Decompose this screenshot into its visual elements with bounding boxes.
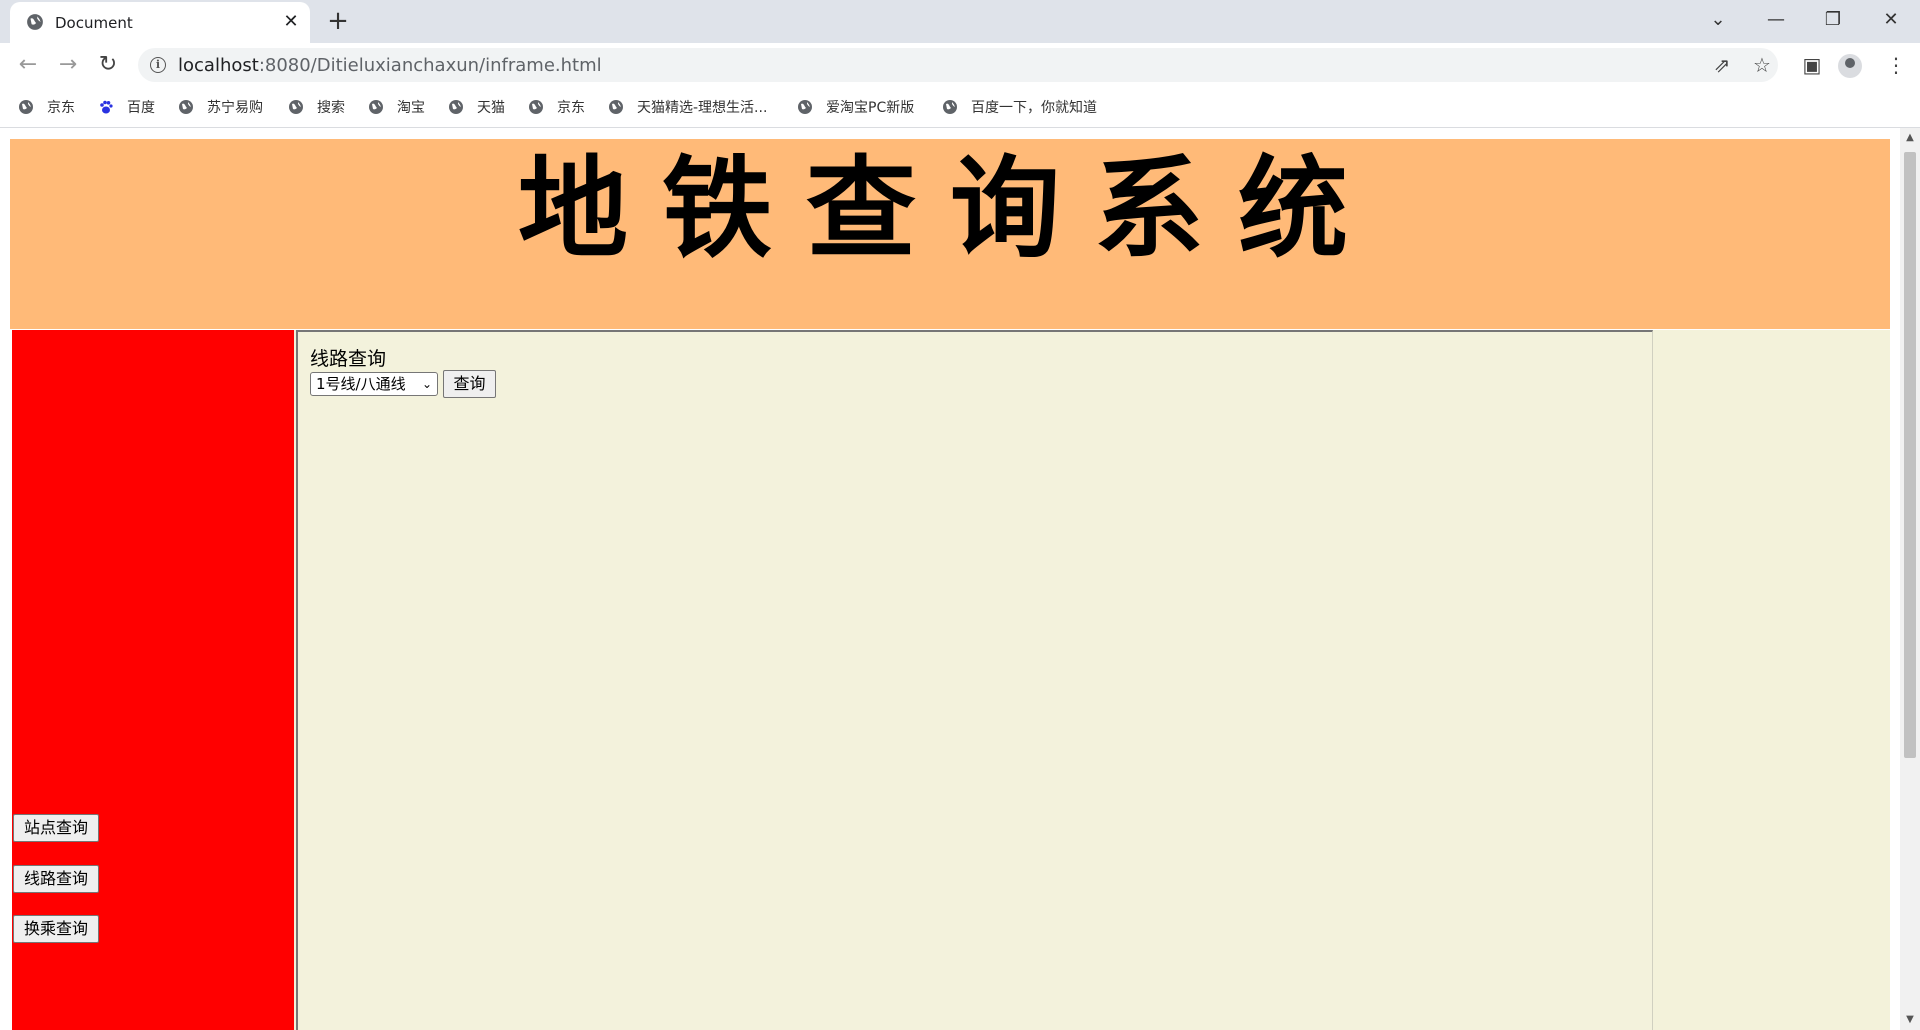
page-title: 地铁查询系统 — [518, 144, 1382, 273]
bookmark-label: 搜索 — [317, 100, 345, 116]
close-tab-icon[interactable]: ✕ — [280, 11, 302, 33]
bookmark-label: 百度一下，你就知道 — [971, 100, 1097, 116]
globe-icon — [529, 100, 543, 114]
line-query-button[interactable]: 线路查询 — [13, 865, 99, 893]
restore-button[interactable]: ❐ — [1817, 6, 1849, 34]
tab-title: Document — [55, 14, 133, 32]
reload-button[interactable]: ↻ — [94, 51, 122, 79]
scroll-up-icon[interactable]: ▲ — [1904, 132, 1916, 144]
baidu-paw-icon — [100, 100, 113, 114]
bookmark-label: 淘宝 — [397, 100, 425, 116]
station-query-button[interactable]: 站点查询 — [13, 814, 99, 842]
sidebar-nav: 站点查询 线路查询 换乘查询 — [12, 330, 294, 1030]
minimize-button[interactable]: — — [1760, 6, 1792, 34]
scroll-down-icon[interactable]: ▼ — [1904, 1014, 1916, 1026]
globe-icon — [609, 100, 623, 114]
bookmark-item[interactable]: 百度 — [98, 96, 155, 118]
globe-icon — [369, 100, 383, 114]
side-panel-icon[interactable]: ▣ — [1798, 51, 1826, 79]
browser-toolbar: ← → ↻ i localhost:8080/Ditieluxianchaxun… — [0, 43, 1920, 86]
bookmark-label: 爱淘宝PC新版 — [826, 100, 915, 116]
scroll-thumb[interactable] — [1904, 152, 1916, 758]
bookmark-label: 百度 — [127, 100, 155, 116]
globe-icon — [179, 100, 193, 114]
browser-tab[interactable]: Document ✕ — [10, 2, 310, 43]
profile-icon[interactable] — [1838, 54, 1862, 78]
bookmark-item[interactable]: 京东 — [528, 96, 585, 118]
bookmark-item[interactable]: 苏宁易购 — [178, 96, 263, 118]
bookmark-item[interactable]: 搜索 — [288, 96, 345, 118]
bookmark-item[interactable]: 天猫 — [448, 96, 505, 118]
share-icon[interactable]: ⇗ — [1710, 54, 1734, 76]
page-scrollbar[interactable]: ▲ ▼ — [1900, 128, 1920, 1030]
line-select-value: 1号线/八通线 — [316, 375, 406, 393]
bookmark-item[interactable]: 百度一下，你就知道 — [942, 96, 1097, 118]
bookmark-item[interactable]: 淘宝 — [368, 96, 425, 118]
tab-search-button[interactable]: ⌄ — [1702, 6, 1734, 34]
close-window-button[interactable]: ✕ — [1875, 6, 1907, 34]
bookmark-label: 天猫精选-理想生活... — [637, 100, 768, 116]
bookmark-item[interactable]: 天猫精选-理想生活... — [608, 96, 767, 118]
query-button[interactable]: 查询 — [443, 370, 496, 398]
content-frame: 线路查询 1号线/八通线 ⌄ 查询 — [296, 330, 1653, 1030]
globe-icon — [27, 14, 43, 30]
globe-icon — [798, 100, 812, 114]
page-viewport: 地铁查询系统 站点查询 线路查询 换乘查询 线路查询 1号线/八通线 ⌄ 查询 — [0, 128, 1900, 1030]
new-tab-button[interactable]: + — [324, 8, 352, 36]
globe-icon — [943, 100, 957, 114]
menu-icon[interactable]: ⋮ — [1882, 51, 1910, 79]
forward-button[interactable]: → — [54, 51, 82, 79]
bookmarks-bar: 京东 百度 苏宁易购 搜索 淘宝 天猫 京东 天猫精选-理想生活... 爱淘宝P… — [0, 86, 1920, 128]
bookmark-item[interactable]: 京东 — [18, 96, 75, 118]
chevron-down-icon: ⌄ — [421, 377, 432, 391]
back-button[interactable]: ← — [14, 51, 42, 79]
globe-icon — [19, 100, 33, 114]
globe-icon — [289, 100, 303, 114]
globe-icon — [449, 100, 463, 114]
url-text[interactable]: localhost:8080/Ditieluxianchaxun/inframe… — [178, 55, 602, 76]
transfer-query-button[interactable]: 换乘查询 — [13, 915, 99, 943]
line-select[interactable]: 1号线/八通线 ⌄ — [310, 372, 438, 396]
star-icon[interactable]: ☆ — [1750, 54, 1774, 76]
header-banner: 地铁查询系统 — [10, 139, 1890, 329]
bookmark-item[interactable]: 爱淘宝PC新版 — [797, 96, 914, 118]
site-info-icon[interactable]: i — [150, 57, 166, 73]
frame-title: 线路查询 — [310, 348, 387, 370]
bookmark-label: 苏宁易购 — [207, 100, 263, 116]
bookmark-label: 京东 — [47, 100, 75, 116]
address-bar[interactable]: i localhost:8080/Ditieluxianchaxun/infra… — [138, 48, 1778, 82]
bookmark-label: 天猫 — [477, 100, 505, 116]
tab-bar: Document ✕ + ⌄ — ❐ ✕ — [0, 0, 1920, 43]
bookmark-label: 京东 — [557, 100, 585, 116]
